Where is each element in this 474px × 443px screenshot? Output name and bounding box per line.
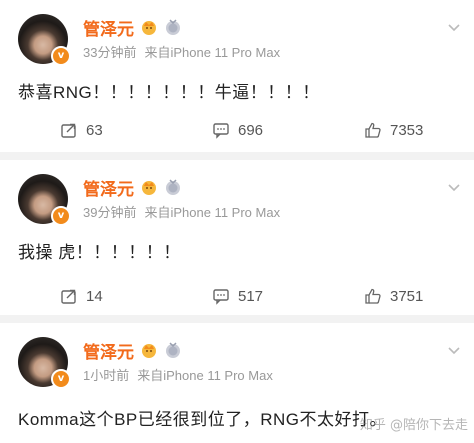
post-separator [0, 152, 474, 160]
more-chevron-icon[interactable] [446, 180, 462, 196]
post-time: 33分钟前 [83, 45, 137, 60]
post-separator [0, 315, 474, 323]
medal-badge-icon [166, 19, 180, 35]
watermark: 知乎 @陪你下去走 [359, 418, 468, 433]
verified-badge-icon: v [51, 369, 71, 389]
more-chevron-icon[interactable] [446, 20, 462, 36]
post-meta: 1小时前 来自iPhone 11 Pro Max [83, 365, 273, 384]
like-icon [365, 288, 381, 304]
post-time: 1小时前 [83, 368, 130, 383]
post-time: 39分钟前 [83, 205, 137, 220]
repost-button[interactable]: 63 [60, 118, 103, 142]
verified-badge-icon: v [51, 206, 71, 226]
avatar[interactable]: v [18, 337, 71, 389]
repost-icon [61, 289, 76, 304]
user-name[interactable]: 管泽元 [83, 175, 134, 200]
comment-button[interactable]: 696 [212, 118, 263, 142]
post-text: 恭喜RNG！！！！！！！牛逼！！！！ [18, 83, 320, 102]
comment-count: 517 [238, 287, 264, 305]
like-count: 7353 [390, 121, 424, 139]
like-button[interactable]: 7353 [364, 118, 423, 142]
like-count: 3751 [390, 287, 424, 305]
repost-button[interactable]: 14 [60, 284, 103, 308]
name-row: 管泽元 [83, 175, 182, 200]
crown-badge-icon [142, 344, 156, 358]
verified-badge-icon: v [51, 46, 71, 66]
medal-badge-icon [166, 179, 180, 195]
post-meta: 39分钟前 来自iPhone 11 Pro Max [83, 202, 280, 221]
avatar[interactable]: v [18, 14, 71, 66]
post-text: Komma这个BP已经很到位了，RNG不太好打。 [18, 410, 388, 429]
crown-badge-icon [142, 181, 156, 195]
repost-icon [61, 123, 76, 138]
weibo-post-1: v 管泽元 33分钟前 来自iPhone 11 Pro Max 恭喜RNG！！！！… [0, 0, 474, 152]
comment-count: 696 [238, 121, 264, 139]
action-bar: 14 517 3751 [0, 284, 474, 308]
user-name[interactable]: 管泽元 [83, 15, 134, 40]
avatar[interactable]: v [18, 174, 71, 226]
like-icon [365, 122, 381, 138]
post-text: 我操 虎！！！！！！ [18, 243, 181, 262]
post-source: 来自iPhone 11 Pro Max [137, 368, 273, 383]
comment-button[interactable]: 517 [212, 284, 263, 308]
repost-count: 63 [86, 121, 103, 139]
weibo-post-3: v 管泽元 1小时前 来自iPhone 11 Pro Max Komma这个BP已… [0, 323, 474, 443]
weibo-post-2: v 管泽元 39分钟前 来自iPhone 11 Pro Max 我操 虎！！！！！… [0, 160, 474, 315]
medal-badge-icon [166, 342, 180, 358]
comment-icon [213, 123, 229, 139]
post-source: 来自iPhone 11 Pro Max [144, 205, 281, 220]
comment-icon [213, 289, 229, 305]
post-meta: 33分钟前 来自iPhone 11 Pro Max [83, 42, 280, 61]
repost-count: 14 [86, 287, 103, 305]
like-button[interactable]: 3751 [364, 284, 423, 308]
name-row: 管泽元 [83, 15, 182, 40]
name-row: 管泽元 [83, 338, 182, 363]
more-chevron-icon[interactable] [446, 343, 462, 359]
action-bar: 63 696 7353 [0, 118, 474, 142]
user-name[interactable]: 管泽元 [83, 338, 134, 363]
post-source: 来自iPhone 11 Pro Max [144, 45, 281, 60]
crown-badge-icon [142, 21, 156, 35]
